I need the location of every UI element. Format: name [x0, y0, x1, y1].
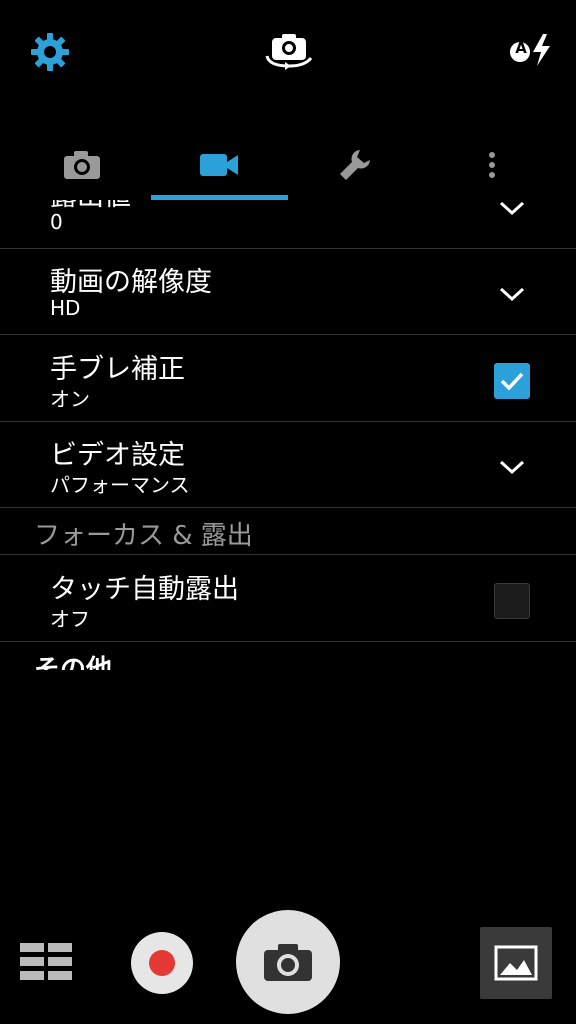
section-header-other: その他 — [0, 642, 576, 670]
record-icon — [149, 950, 175, 976]
camera-icon — [64, 151, 100, 179]
section-label: フォーカス & 露出 — [34, 521, 253, 551]
shutter-button[interactable] — [236, 910, 340, 1014]
settings-tabs — [0, 130, 576, 200]
setting-row-video-resolution[interactable]: 動画の解像度 HD — [0, 248, 576, 335]
section-header-focus-exposure: フォーカス & 露出 — [0, 508, 576, 555]
setting-title: タッチ自動露出 — [50, 574, 239, 605]
setting-row-exposure[interactable]: 露出値 0 — [0, 200, 576, 249]
tab-photo[interactable] — [14, 130, 150, 200]
setting-title: 手ブレ補正 — [50, 354, 185, 385]
stabilization-checkbox[interactable] — [492, 361, 532, 401]
chevron-down-icon[interactable] — [492, 200, 532, 228]
flash-auto-icon[interactable]: A — [506, 28, 556, 72]
setting-value: HD — [50, 296, 81, 320]
chevron-down-icon[interactable] — [492, 274, 532, 314]
gear-icon[interactable] — [28, 30, 72, 74]
setting-value: オフ — [50, 607, 90, 631]
setting-row-stabilization[interactable]: 手ブレ補正 オン — [0, 335, 576, 422]
setting-value: 0 — [50, 210, 63, 234]
tab-video[interactable] — [151, 130, 287, 200]
gallery-icon — [494, 945, 538, 981]
camera-shutter-icon — [264, 944, 312, 981]
grid-icon[interactable] — [20, 943, 74, 981]
chevron-down-icon[interactable] — [492, 447, 532, 487]
checkmark-icon — [500, 372, 524, 391]
switch-camera-icon[interactable] — [264, 28, 314, 72]
bottom-bar — [0, 900, 576, 1024]
setting-value: パフォーマンス — [50, 473, 190, 497]
setting-title: ビデオ設定 — [50, 440, 185, 471]
top-bar: A — [0, 0, 576, 100]
section-label: その他 — [34, 655, 113, 670]
setting-value: オン — [50, 387, 90, 411]
setting-title: 動画の解像度 — [50, 267, 212, 298]
video-camera-icon — [200, 154, 238, 176]
setting-row-video-setting[interactable]: ビデオ設定 パフォーマンス — [0, 421, 576, 508]
touch-exposure-checkbox[interactable] — [492, 581, 532, 621]
flash-mode-label: A — [515, 39, 527, 57]
settings-list[interactable]: 露出値 0 動画の解像度 HD 手ブレ補正 オン ビデオ設定 パフォーマンス — [0, 200, 576, 670]
setting-row-touch-exposure[interactable]: タッチ自動露出 オフ — [0, 555, 576, 642]
more-vert-icon — [489, 152, 495, 178]
tab-tools[interactable] — [287, 130, 423, 200]
wrench-icon — [340, 150, 370, 180]
gallery-thumbnail[interactable] — [480, 927, 552, 999]
record-button[interactable] — [131, 932, 193, 994]
tab-more[interactable] — [424, 130, 560, 200]
